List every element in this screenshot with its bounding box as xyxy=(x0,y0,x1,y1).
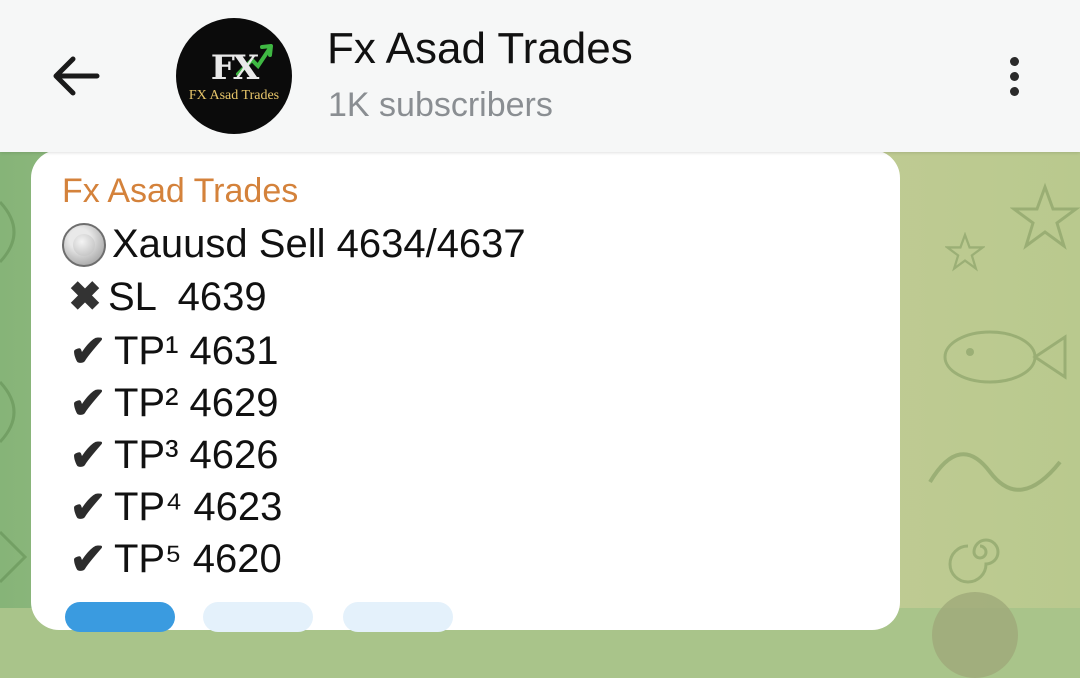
check-mark-icon: ✔ xyxy=(69,535,107,584)
message-line: ✔ TP⁴ 4623 xyxy=(62,482,283,533)
subscriber-count: 1K subscribers xyxy=(328,86,553,124)
check-mark-icon: ✔ xyxy=(69,327,107,376)
leaf-doodle-icon xyxy=(0,200,16,264)
cross-mark-icon: ✖ xyxy=(68,275,102,319)
kebab-dot xyxy=(1009,71,1019,81)
swirl-doodle-icon xyxy=(928,452,1062,492)
check-mark-icon: ✔ xyxy=(69,483,107,532)
reaction-chip[interactable] xyxy=(65,602,175,632)
avatar-monogram: FX xyxy=(210,48,260,88)
fish-doodle-icon xyxy=(943,330,1067,384)
message-line-text: TP⁵ 4620 xyxy=(114,537,282,581)
channel-avatar[interactable]: FX FX Asad Trades xyxy=(176,18,292,134)
leaf-doodle-icon xyxy=(0,380,16,444)
message-line: Xauusd Sell 4634/4637 xyxy=(62,222,526,267)
pencil-doodle-icon xyxy=(0,530,28,584)
check-mark-icon: ✔ xyxy=(69,379,107,428)
message-line: ✖ SL 4639 xyxy=(62,274,267,320)
spiral-doodle-icon xyxy=(948,538,1000,584)
scroll-down-button[interactable] xyxy=(932,592,1018,678)
avatar-name: FX Asad Trades xyxy=(188,88,280,103)
message-sender[interactable]: Fx Asad Trades xyxy=(62,172,298,211)
channel-header: FX FX Asad Trades Fx Asad Trades 1K subs… xyxy=(0,0,1080,152)
message-bubble[interactable]: Fx Asad Trades Xauusd Sell 4634/4637 ✖ S… xyxy=(31,150,900,630)
kebab-dot xyxy=(1009,56,1019,66)
message-line: ✔ TP³ 4626 xyxy=(62,430,279,481)
message-line-text: SL 4639 xyxy=(108,274,267,319)
message-line: ✔ TP¹ 4631 xyxy=(62,326,279,377)
radio-button-icon xyxy=(62,222,106,267)
message-line-text: TP⁴ 4623 xyxy=(114,485,283,529)
message-line: ✔ TP⁵ 4620 xyxy=(62,534,282,585)
back-button[interactable] xyxy=(46,48,106,104)
reaction-chip[interactable] xyxy=(203,602,313,632)
message-line: ✔ TP² 4629 xyxy=(62,378,279,429)
message-line-text: TP² 4629 xyxy=(114,381,279,425)
message-line-text: Xauusd Sell 4634/4637 xyxy=(112,222,526,266)
message-line-text: TP³ 4626 xyxy=(114,433,279,477)
star-doodle-icon xyxy=(945,232,985,272)
channel-title[interactable]: Fx Asad Trades xyxy=(327,24,633,74)
message-line-text: TP¹ 4631 xyxy=(114,329,279,373)
reaction-chip[interactable] xyxy=(343,602,453,632)
back-arrow-icon xyxy=(53,56,100,96)
kebab-dot xyxy=(1009,86,1019,96)
more-options-button[interactable] xyxy=(996,46,1032,106)
star-doodle-icon xyxy=(1010,182,1080,250)
check-mark-icon: ✔ xyxy=(69,431,107,480)
